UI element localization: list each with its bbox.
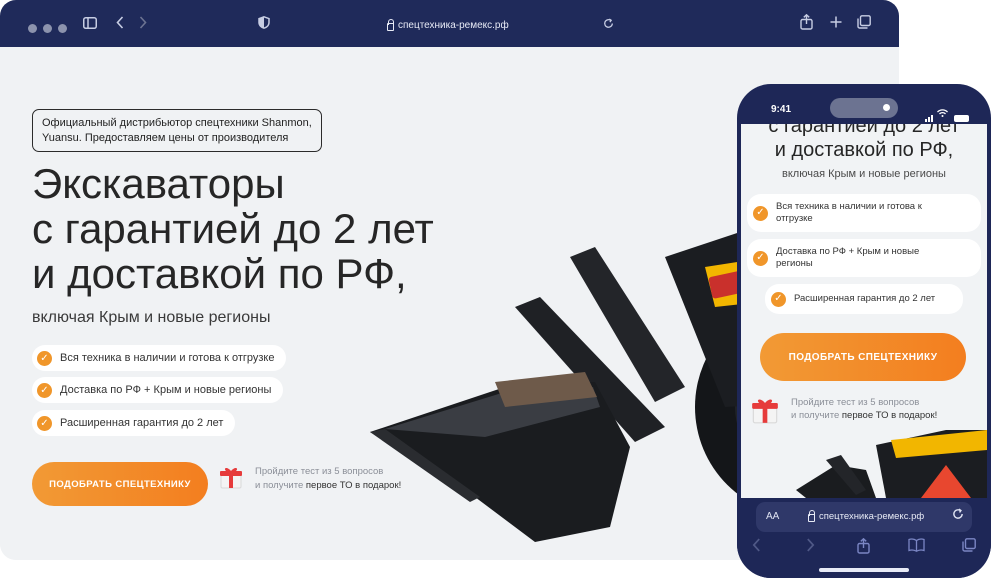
close-window-button[interactable] — [28, 24, 37, 33]
mobile-quiz-line-1: Пройдите тест из 5 вопросов — [791, 397, 920, 408]
mobile-select-equipment-button[interactable]: ПОДОБРАТЬ СПЕЦТЕХНИКУ — [760, 333, 966, 381]
maximize-window-button[interactable] — [58, 24, 67, 33]
mobile-quiz-highlight: первое ТО в подарок! — [841, 410, 938, 421]
check-icon: ✓ — [37, 415, 52, 431]
mobile-browser-toolbar: AA спецтехника-ремекс.рф — [737, 498, 991, 578]
check-icon: ✓ — [37, 382, 52, 398]
minimize-window-button[interactable] — [43, 24, 52, 33]
check-icon: ✓ — [37, 350, 52, 366]
distributor-badge: Официальный дистрибьютор спецтехники Sha… — [32, 109, 322, 152]
feature-text: Доставка по РФ + Крым и новые регионы — [60, 384, 272, 396]
feature-item: ✓ Расширенная гарантия до 2 лет — [32, 410, 236, 436]
mobile-quiz-prefix: и получите — [791, 410, 842, 421]
status-time: 9:41 — [771, 104, 792, 115]
mobile-feature-text: Расширенная гарантия до 2 лет — [794, 293, 936, 304]
mobile-feature-text: Вся техника в наличии и готова к отгрузк… — [776, 201, 922, 224]
home-indicator[interactable] — [819, 568, 909, 572]
mobile-feature-item: ✓ Доставка по РФ + Крым и новые регионы — [747, 239, 981, 277]
share-icon[interactable] — [800, 13, 813, 35]
shield-icon[interactable] — [258, 16, 270, 34]
mobile-phone-mockup: 9:41 с гарантией до 2 лет и доставкой по… — [737, 84, 991, 578]
feature-item: ✓ Вся техника в наличии и готова к отгру… — [32, 345, 287, 371]
quiz-promo-prefix: и получите — [255, 480, 306, 491]
forward-icon[interactable] — [806, 538, 815, 557]
tabs-icon[interactable] — [857, 15, 871, 34]
reload-icon[interactable] — [952, 508, 964, 523]
back-icon[interactable] — [116, 16, 124, 34]
forward-icon[interactable] — [139, 16, 147, 34]
dynamic-island — [830, 98, 898, 118]
battery-icon — [954, 115, 969, 122]
mobile-feature-item: ✓ Расширенная гарантия до 2 лет — [765, 284, 963, 314]
tabs-icon[interactable] — [962, 538, 976, 557]
back-icon[interactable] — [752, 538, 761, 557]
mobile-headline-line-2: и доставкой по РФ, — [774, 139, 954, 161]
select-equipment-button[interactable]: ПОДОБРАТЬ СПЕЦТЕХНИКУ — [32, 462, 208, 506]
mobile-headline: с гарантией до 2 лет и доставкой по РФ, — [741, 124, 987, 162]
check-icon: ✓ — [753, 250, 768, 266]
feature-item: ✓ Доставка по РФ + Крым и новые регионы — [32, 377, 284, 403]
mobile-url: спецтехника-ремекс.рф — [808, 509, 925, 522]
status-bar: 9:41 — [737, 84, 991, 124]
mobile-quiz-promo: Пройдите тест из 5 вопросов и получите п… — [791, 396, 937, 422]
plus-icon[interactable] — [830, 15, 842, 33]
sidebar-icon[interactable] — [83, 16, 97, 34]
check-icon: ✓ — [753, 205, 768, 221]
wifi-icon — [937, 104, 948, 122]
address-bar-url: спецтехника-ремекс.рф — [398, 20, 509, 31]
status-icons — [925, 104, 969, 122]
lock-icon — [387, 18, 394, 31]
mobile-feature-text: Доставка по РФ + Крым и новые регионы — [776, 246, 920, 269]
check-icon: ✓ — [771, 291, 786, 307]
reader-settings-button[interactable]: AA — [766, 511, 779, 522]
bookmarks-icon[interactable] — [908, 538, 925, 557]
address-bar[interactable]: спецтехника-ремекс.рф — [387, 18, 509, 31]
mobile-subtitle: включая Крым и новые регионы — [782, 168, 946, 180]
window-controls — [28, 24, 67, 33]
feature-text: Расширенная гарантия до 2 лет — [60, 417, 224, 429]
mobile-address-bar[interactable]: AA спецтехника-ремекс.рф — [756, 502, 972, 532]
mobile-url-text: спецтехника-ремекс.рф — [819, 511, 925, 522]
page-subtitle: включая Крым и новые регионы — [32, 309, 271, 326]
signal-icon — [925, 115, 933, 122]
mobile-excavator-image — [796, 430, 987, 498]
mobile-headline-line-1: с гарантией до 2 лет — [768, 124, 960, 137]
reload-icon[interactable] — [603, 16, 614, 34]
lock-icon — [808, 509, 815, 522]
share-icon[interactable] — [857, 537, 870, 559]
gift-icon — [751, 396, 779, 424]
feature-text: Вся техника в наличии и готова к отгрузк… — [60, 352, 275, 364]
gift-icon — [219, 465, 243, 489]
mobile-landing-page: с гарантией до 2 лет и доставкой по РФ, … — [741, 124, 987, 498]
mobile-feature-item: ✓ Вся техника в наличии и готова к отгру… — [747, 194, 981, 232]
browser-toolbar: спецтехника-ремекс.рф — [0, 0, 899, 47]
